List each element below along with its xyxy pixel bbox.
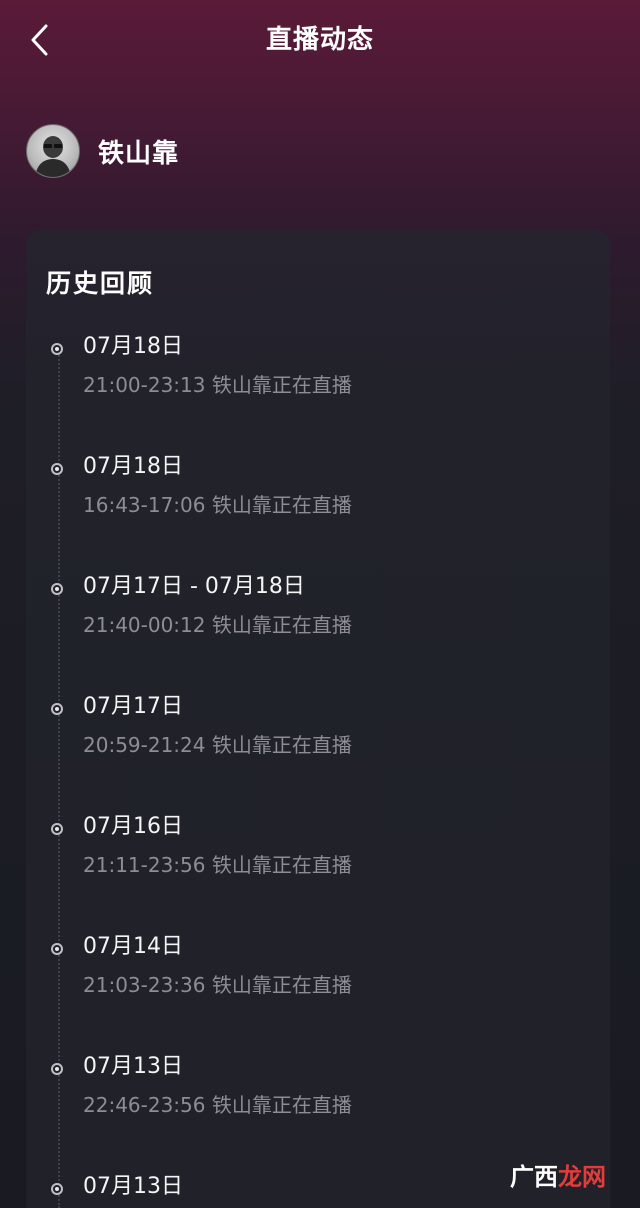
radio-dot-icon xyxy=(51,343,63,355)
radio-dot-icon xyxy=(51,583,63,595)
entry-time: 20:59-21:24 铁山靠正在直播 xyxy=(83,733,352,757)
radio-dot-icon xyxy=(51,1063,63,1075)
history-entry[interactable]: 07月17日 20:59-21:24 铁山靠正在直播 xyxy=(26,694,610,776)
avatar-figure-icon xyxy=(35,136,71,177)
watermark-part-1: 广西 xyxy=(510,1163,558,1191)
watermark-part-2: 龙网 xyxy=(558,1163,606,1191)
entry-date: 07月17日 xyxy=(83,694,183,719)
entry-time: 21:00-23:13 铁山靠正在直播 xyxy=(83,373,352,397)
entry-time: 21:40-00:12 铁山靠正在直播 xyxy=(83,613,352,637)
entry-date: 07月16日 xyxy=(83,814,183,839)
top-bar: 直播动态 xyxy=(0,0,640,82)
entry-date: 07月14日 xyxy=(83,934,183,959)
radio-dot-icon xyxy=(51,943,63,955)
history-entry[interactable]: 07月18日 21:00-23:13 铁山靠正在直播 xyxy=(26,334,610,416)
streamer-name: 铁山靠 xyxy=(98,138,180,169)
entry-time: 21:11-23:56 铁山靠正在直播 xyxy=(83,853,352,877)
entry-time: 21:03-23:36 铁山靠正在直播 xyxy=(83,973,352,997)
history-entry[interactable]: 07月17日 - 07月18日 21:40-00:12 铁山靠正在直播 xyxy=(26,574,610,656)
radio-dot-icon xyxy=(51,703,63,715)
entry-date: 07月13日 xyxy=(83,1054,183,1079)
avatar[interactable] xyxy=(26,124,80,178)
profile-row[interactable]: 铁山靠 xyxy=(26,124,179,178)
radio-dot-icon xyxy=(51,823,63,835)
history-entry[interactable]: 07月13日 22:46-23:56 铁山靠正在直播 xyxy=(26,1054,610,1136)
history-entry[interactable]: 07月14日 21:03-23:36 铁山靠正在直播 xyxy=(26,934,610,1016)
entry-time: 22:46-23:56 铁山靠正在直播 xyxy=(83,1093,352,1117)
history-entry[interactable]: 07月18日 16:43-17:06 铁山靠正在直播 xyxy=(26,454,610,536)
entry-date: 07月18日 xyxy=(83,334,183,359)
page-title: 直播动态 xyxy=(265,25,374,55)
watermark-logo: 广西龙网 xyxy=(510,1157,606,1192)
radio-dot-icon xyxy=(51,463,63,475)
history-card: 历史回顾 07月18日 21:00-23:13 铁山靠正在直播 07月18日 1… xyxy=(26,230,610,1208)
entry-time: 16:43-17:06 铁山靠正在直播 xyxy=(83,493,352,517)
radio-dot-icon xyxy=(51,1183,63,1195)
entry-date: 07月13日 xyxy=(83,1174,183,1199)
history-entry[interactable]: 07月16日 21:11-23:56 铁山靠正在直播 xyxy=(26,814,610,896)
history-title: 历史回顾 xyxy=(46,269,155,298)
entry-date: 07月18日 xyxy=(83,454,183,479)
entry-date: 07月17日 - 07月18日 xyxy=(83,574,305,599)
